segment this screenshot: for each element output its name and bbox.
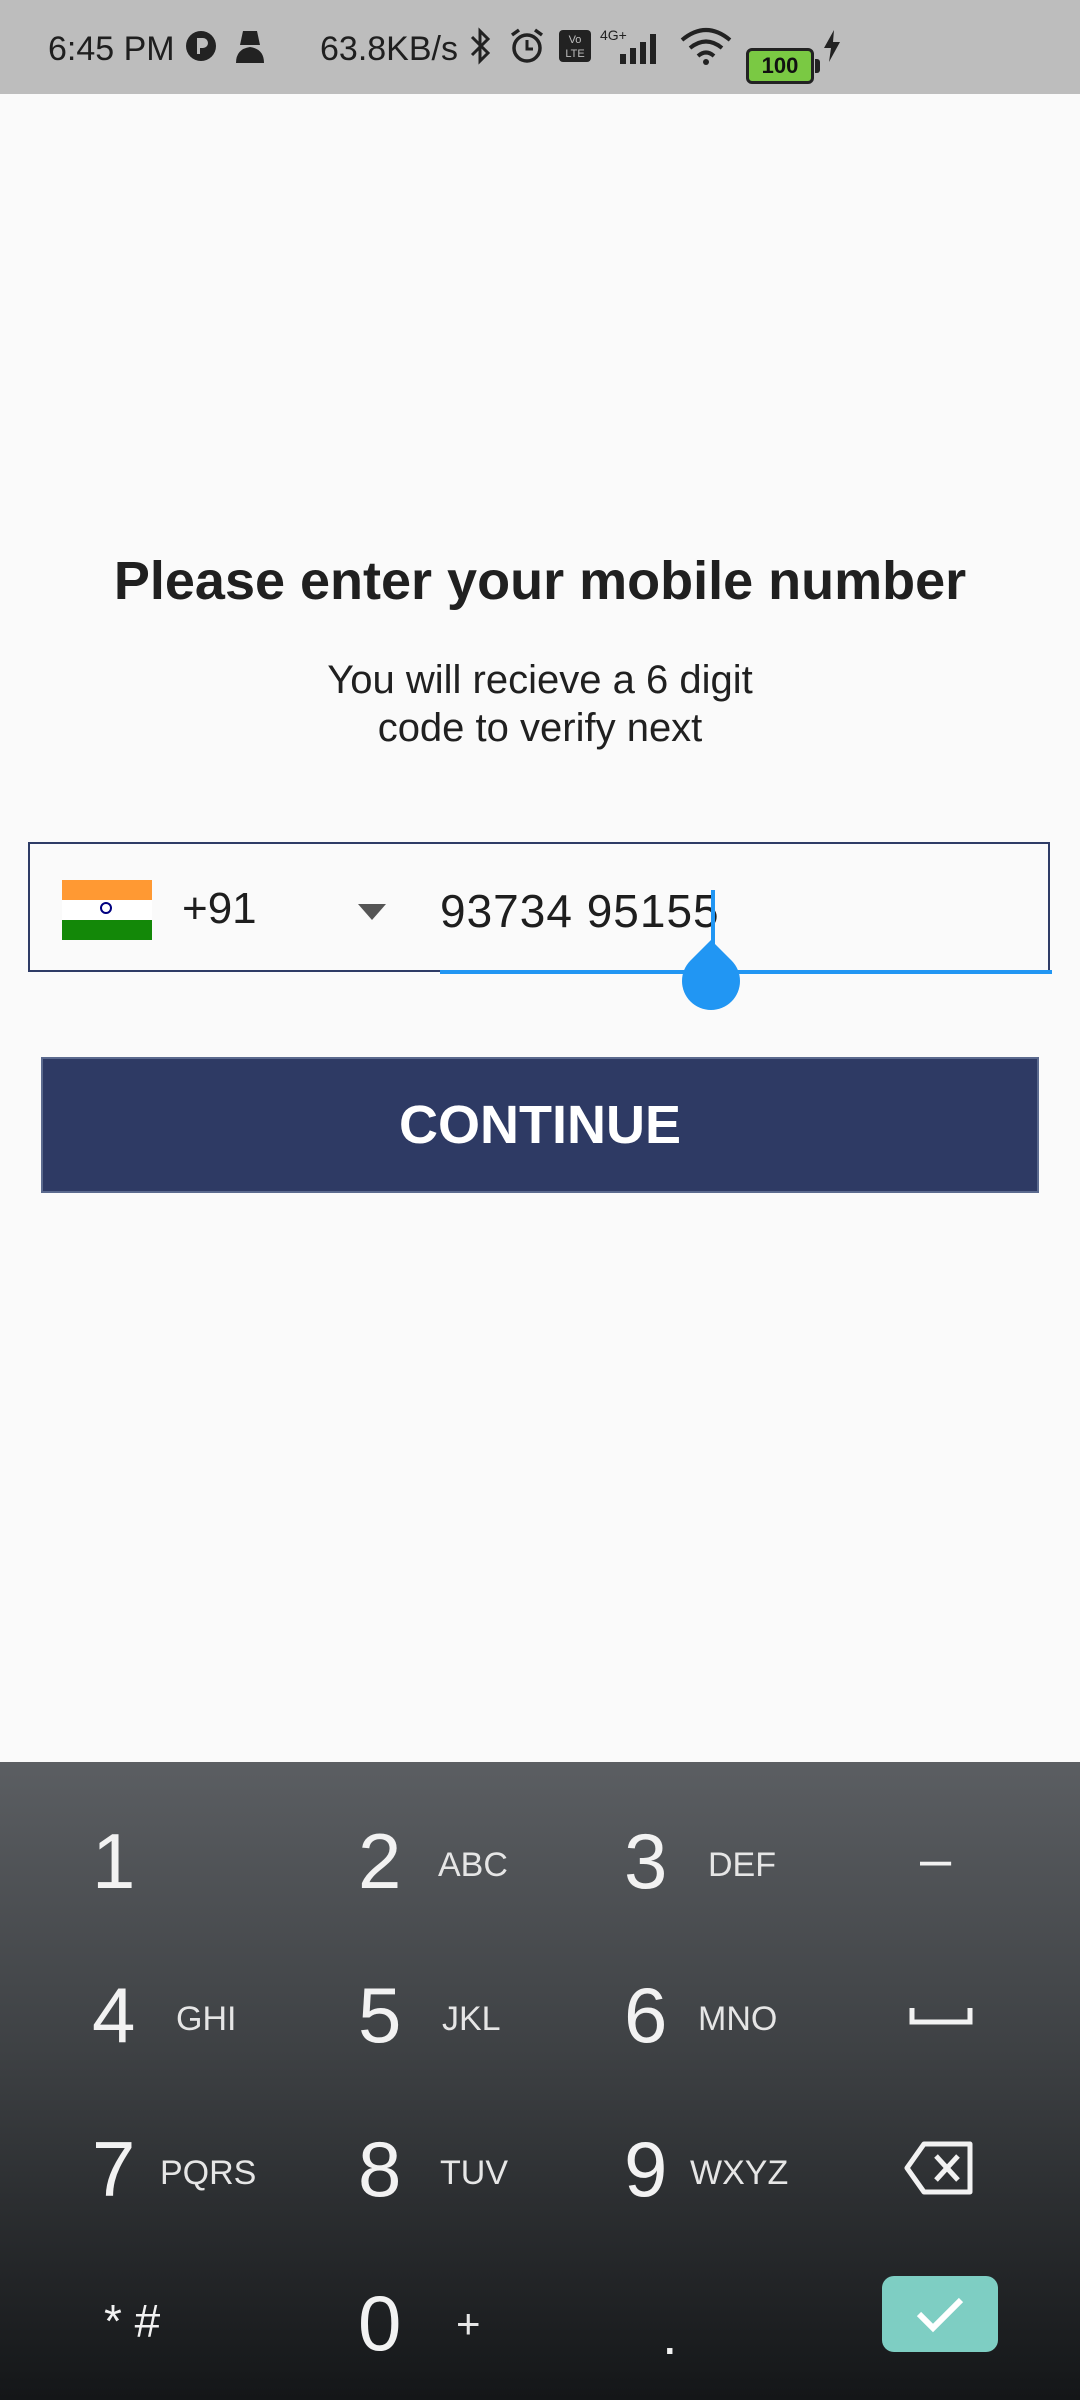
key-1-digit: 1 xyxy=(92,1817,136,1905)
key-2-digit: 2 xyxy=(358,1817,402,1905)
minus-key[interactable]: – xyxy=(920,1826,951,1891)
continue-button[interactable]: CONTINUE xyxy=(41,1057,1039,1193)
bluetooth-icon xyxy=(466,26,494,66)
key-7-letters: PQRS xyxy=(160,2154,257,2192)
country-code[interactable]: +91 xyxy=(182,884,257,934)
signal-icon: 4G+ xyxy=(598,26,668,66)
input-underline xyxy=(440,970,1052,974)
country-dropdown-arrow-icon[interactable] xyxy=(358,904,386,920)
battery-icon: 100 xyxy=(746,48,820,84)
status-bar: 6:45 PM 63.8KB/s Vo LTE 4G+ 100 xyxy=(0,0,1080,94)
backspace-icon[interactable] xyxy=(904,2140,976,2201)
incognito-icon xyxy=(232,26,268,66)
key-6-letters: MNO xyxy=(698,2000,778,2038)
key-0-plus: + xyxy=(456,2300,481,2347)
alarm-icon xyxy=(508,26,546,66)
app-notification-icon xyxy=(184,26,218,66)
page-subtitle: You will recieve a 6 digit code to verif… xyxy=(270,656,810,752)
key-9-letters: WXYZ xyxy=(690,2154,789,2192)
key-5-letters: JKL xyxy=(442,2000,501,2038)
key-3-digit: 3 xyxy=(624,1817,668,1905)
star-hash-key[interactable]: * # xyxy=(104,2294,160,2348)
key-9-digit: 9 xyxy=(624,2125,668,2213)
dot-key[interactable]: . xyxy=(662,2302,678,2367)
key-4-digit: 4 xyxy=(92,1971,136,2059)
mobile-number-input[interactable]: 93734 95155 xyxy=(440,884,720,938)
key-8-letters: TUV xyxy=(440,2154,508,2192)
key-0-digit: 0 xyxy=(358,2279,402,2367)
status-time: 6:45 PM xyxy=(48,30,175,68)
key-2-letters: ABC xyxy=(438,1846,508,1884)
page-title: Please enter your mobile number xyxy=(113,551,967,611)
volte-icon: Vo LTE xyxy=(558,26,592,66)
svg-text:4G+: 4G+ xyxy=(600,27,627,43)
space-key-icon[interactable] xyxy=(908,2004,974,2033)
svg-text:Vo: Vo xyxy=(569,34,582,46)
subtitle-line-2: code to verify next xyxy=(377,706,703,750)
charging-icon xyxy=(820,26,844,66)
network-speed: 63.8KB/s xyxy=(320,30,458,68)
key-3-letters: DEF xyxy=(708,1846,776,1884)
subtitle-line-1: You will recieve a 6 digit xyxy=(327,658,753,702)
key-8-digit: 8 xyxy=(358,2125,402,2213)
key-6-digit: 6 xyxy=(624,1971,668,2059)
key-4-letters: GHI xyxy=(176,2000,237,2038)
done-button[interactable] xyxy=(882,2276,998,2352)
battery-level: 100 xyxy=(761,53,799,78)
india-flag-icon[interactable] xyxy=(62,880,152,940)
wifi-icon xyxy=(678,26,734,66)
checkmark-icon xyxy=(916,2297,964,2333)
svg-text:LTE: LTE xyxy=(565,48,584,60)
key-7-digit: 7 xyxy=(92,2125,136,2213)
key-5-digit: 5 xyxy=(358,1971,402,2059)
